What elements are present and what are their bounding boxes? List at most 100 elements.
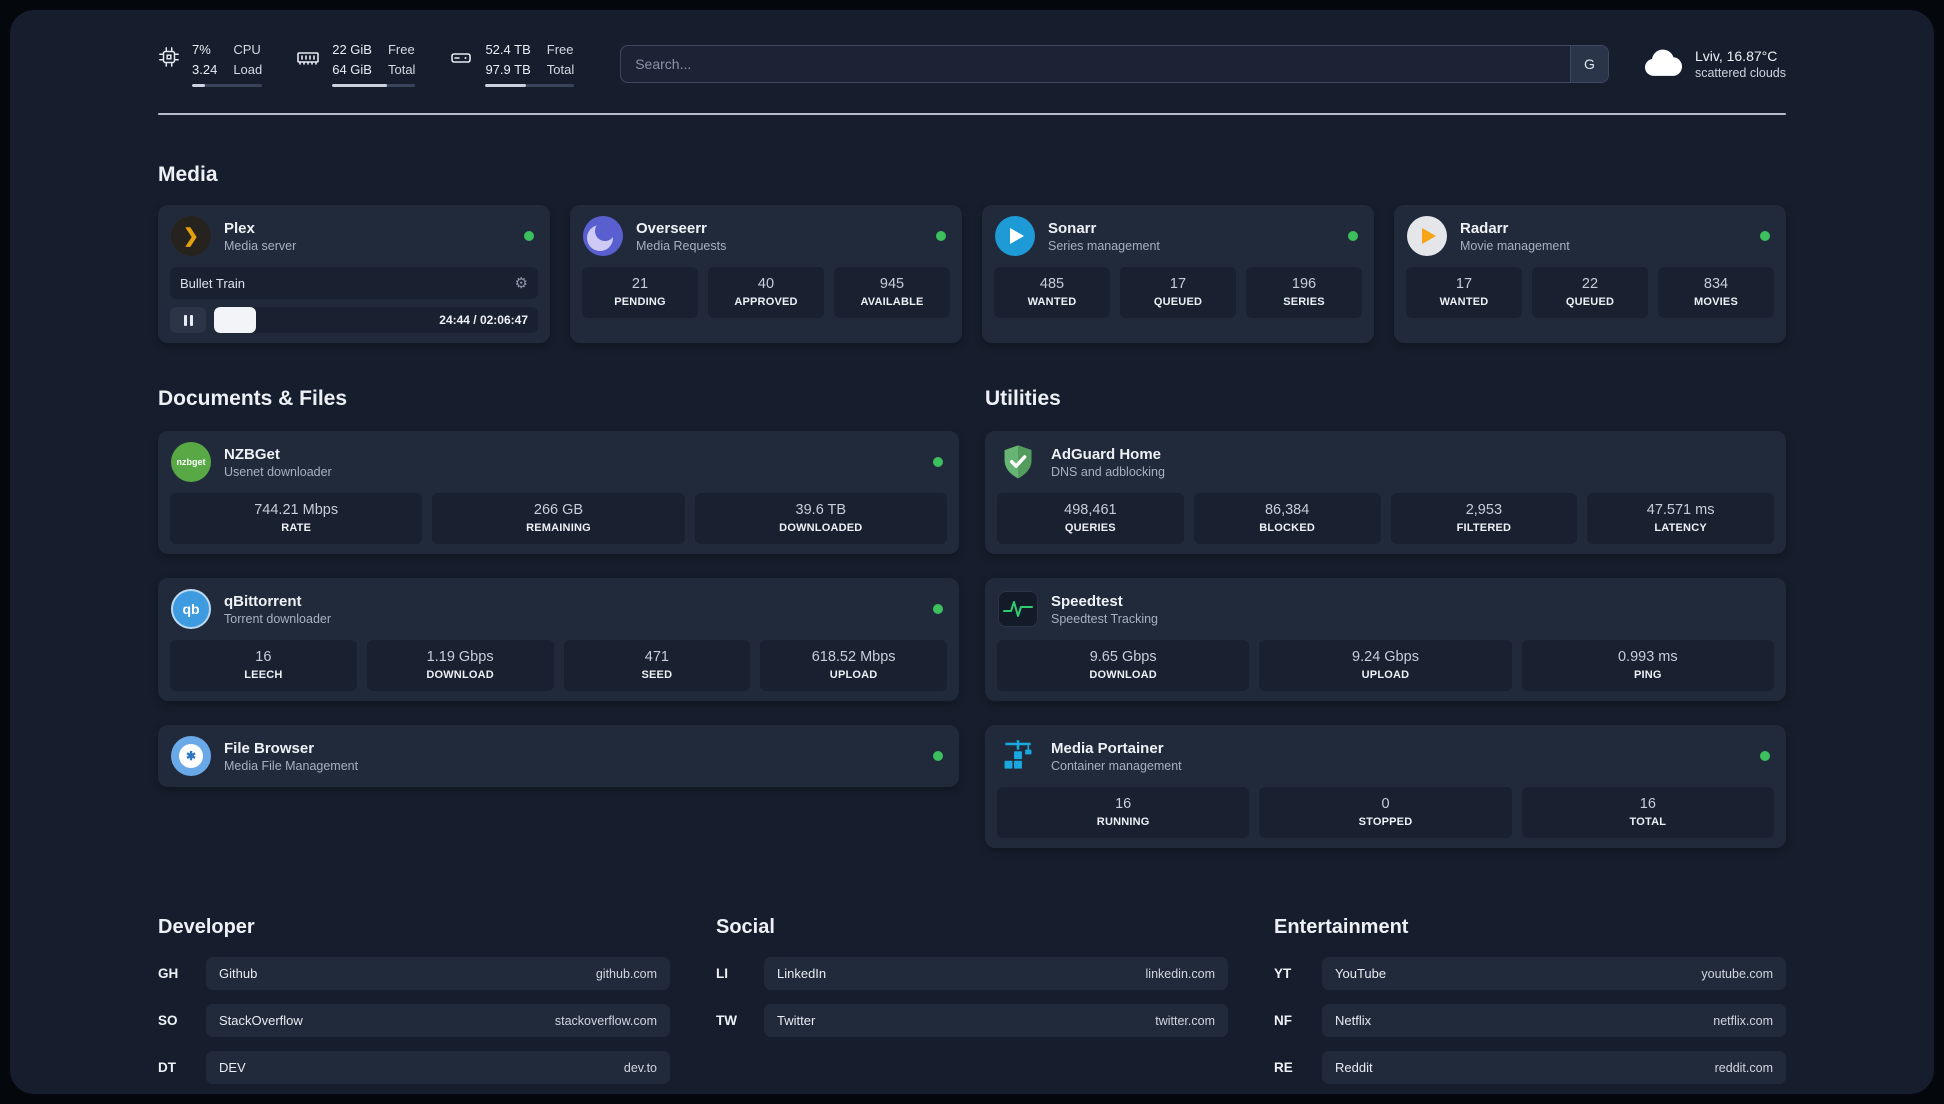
search-input[interactable] [621,45,1570,82]
bookmark-group-title: Entertainment [1274,916,1409,938]
stat-upload: 618.52 Mbps UPLOAD [760,640,947,691]
stat-upload: 9.24 Gbps UPLOAD [1259,640,1512,691]
bookmark-group-title: Developer [158,916,255,938]
app-subtitle: Media server [224,238,297,253]
bookmark-link[interactable]: Github github.com [206,957,670,990]
bookmark-abbr: DT [158,1060,176,1075]
app-card-overseerr[interactable]: Overseerr Media Requests 21 PENDING 40 A… [570,205,962,343]
app-subtitle: Speedtest Tracking [1051,611,1159,626]
app-card-speedtest[interactable]: Speedtest Speedtest Tracking 9.65 Gbps D… [985,578,1786,701]
app-subtitle: Container management [1051,758,1182,773]
radarr-icon [1407,216,1447,256]
status-indicator [1760,751,1770,761]
stat-leech: 16 LEECH [170,640,357,691]
bookmark-link[interactable]: Netflix netflix.com [1322,1004,1786,1037]
app-subtitle: Usenet downloader [224,464,332,479]
cpu-percent: 7% [192,42,211,57]
bookmark-link[interactable]: Twitter twitter.com [764,1004,1228,1037]
stat-queries: 498,461 QUERIES [997,493,1184,544]
memory-widget: 22 GiB 64 GiB Free Total [296,40,416,87]
disk-label-1: Free [546,42,574,57]
bookmark-abbr: GH [158,966,179,981]
bookmark-dev: DT DEV dev.to [158,1051,670,1084]
section-title-utilities: Utilities [985,387,1061,410]
status-indicator [524,231,534,241]
app-card-adguard[interactable]: AdGuard Home DNS and adblocking 498,461 … [985,431,1786,554]
app-name: Plex [224,219,255,237]
app-name: Speedtest [1051,592,1123,610]
cloud-icon [1644,49,1682,76]
bookmark-abbr: NF [1274,1013,1292,1028]
stat-filtered: 2,953 FILTERED [1390,493,1578,544]
stat-pending: 21 PENDING [582,267,698,318]
stat-approved: 40 APPROVED [708,267,824,318]
cpu-label-2: Load [233,61,263,77]
stat-ping: 0.993 ms PING [1521,640,1774,691]
app-subtitle: Media Requests [636,238,727,253]
stat-latency: 47.571 ms LATENCY [1587,493,1774,544]
pause-button[interactable] [170,307,206,333]
stat-total: 16 TOTAL [1521,787,1774,838]
stat-remaining: 266 GB REMAINING [432,493,685,544]
stat-queued: 22 QUEUED [1532,267,1648,318]
bookmark-group-title: Social [716,916,775,938]
bookmark-link[interactable]: YouTube youtube.com [1322,957,1786,990]
app-card-sonarr[interactable]: Sonarr Series management 485 WANTED 17 Q… [982,205,1374,343]
bookmark-github: GH Github github.com [158,957,670,990]
dashboard-page: 7% 3.24 CPU Load 22 GiB 64 GiB Free Tota… [10,10,1934,1094]
app-card-filebrowser[interactable]: ✱ File Browser Media File Management [158,725,959,787]
app-subtitle: Series management [1048,238,1160,253]
bookmark-reddit: RE Reddit reddit.com [1274,1051,1786,1084]
memory-label-1: Free [387,42,415,57]
bookmark-group-entertainment: Entertainment YT YouTube youtube.com NF … [1274,916,1786,1094]
app-card-radarr[interactable]: Radarr Movie management 17 WANTED 22 QUE… [1394,205,1786,343]
memory-bar [332,84,416,87]
disk-icon [451,53,472,63]
status-indicator [1760,231,1770,241]
status-indicator [936,231,946,241]
gear-icon[interactable]: ⚙ [515,274,528,292]
bookmark-link[interactable]: LinkedIn linkedin.com [764,957,1228,990]
bookmark-link[interactable]: Reddit reddit.com [1322,1051,1786,1084]
app-name: Sonarr [1048,219,1097,237]
bookmark-link[interactable]: StackOverflow stackoverflow.com [206,1004,670,1037]
filebrowser-icon: ✱ [171,736,211,776]
bookmark-link[interactable]: DEV dev.to [206,1051,670,1084]
playback-progress[interactable]: 24:44 / 02:06:47 [214,307,538,333]
bookmark-group-developer: Developer GH Github github.com SO StackO… [158,916,670,1094]
status-indicator [933,604,943,614]
plex-icon: ❯ [171,216,211,256]
topbar: 7% 3.24 CPU Load 22 GiB 64 GiB Free Tota… [158,40,1786,87]
status-indicator [1348,231,1358,241]
stat-series: 196 SERIES [1246,267,1362,318]
bookmark-twitter: TW Twitter twitter.com [716,1004,1228,1037]
app-name: Media Portainer [1051,739,1164,757]
app-card-nzbget[interactable]: nzbget NZBGet Usenet downloader 744.21 M… [158,431,959,554]
cpu-widget: 7% 3.24 CPU Load [158,40,263,87]
status-indicator [933,751,943,761]
stat-rate: 744.21 Mbps RATE [170,493,423,544]
nzbget-icon: nzbget [171,442,211,482]
stat-stopped: 0 STOPPED [1259,787,1512,838]
stat-running: 16 RUNNING [997,787,1250,838]
app-name: Overseerr [636,219,707,237]
sonarr-icon [995,216,1035,256]
section-title-media: Media [158,163,218,186]
search-bar: G [620,44,1609,83]
bookmark-stackoverflow: SO StackOverflow stackoverflow.com [158,1004,670,1037]
weather-widget[interactable]: Lviv, 16.87°C scattered clouds [1641,47,1786,81]
app-card-qbittorrent[interactable]: qb qBittorrent Torrent downloader 16 LEE… [158,578,959,701]
weather-condition: scattered clouds [1694,65,1786,80]
qbittorrent-icon: qb [171,589,211,629]
app-name: Radarr [1460,219,1509,237]
app-name: NZBGet [224,445,280,463]
memory-free: 22 GiB [332,42,372,57]
bookmark-youtube: YT YouTube youtube.com [1274,957,1786,990]
app-card-portainer[interactable]: Media Portainer Container management 16 … [985,725,1786,848]
app-subtitle: DNS and adblocking [1051,464,1165,479]
now-playing: Bullet Train ⚙ [170,267,538,299]
disk-label-2: Total [546,61,575,77]
app-card-plex[interactable]: ❯ Plex Media server Bullet Train ⚙ 24:44 [158,205,550,343]
search-engine-button[interactable]: G [1569,45,1608,82]
bookmark-abbr: YT [1274,966,1292,981]
